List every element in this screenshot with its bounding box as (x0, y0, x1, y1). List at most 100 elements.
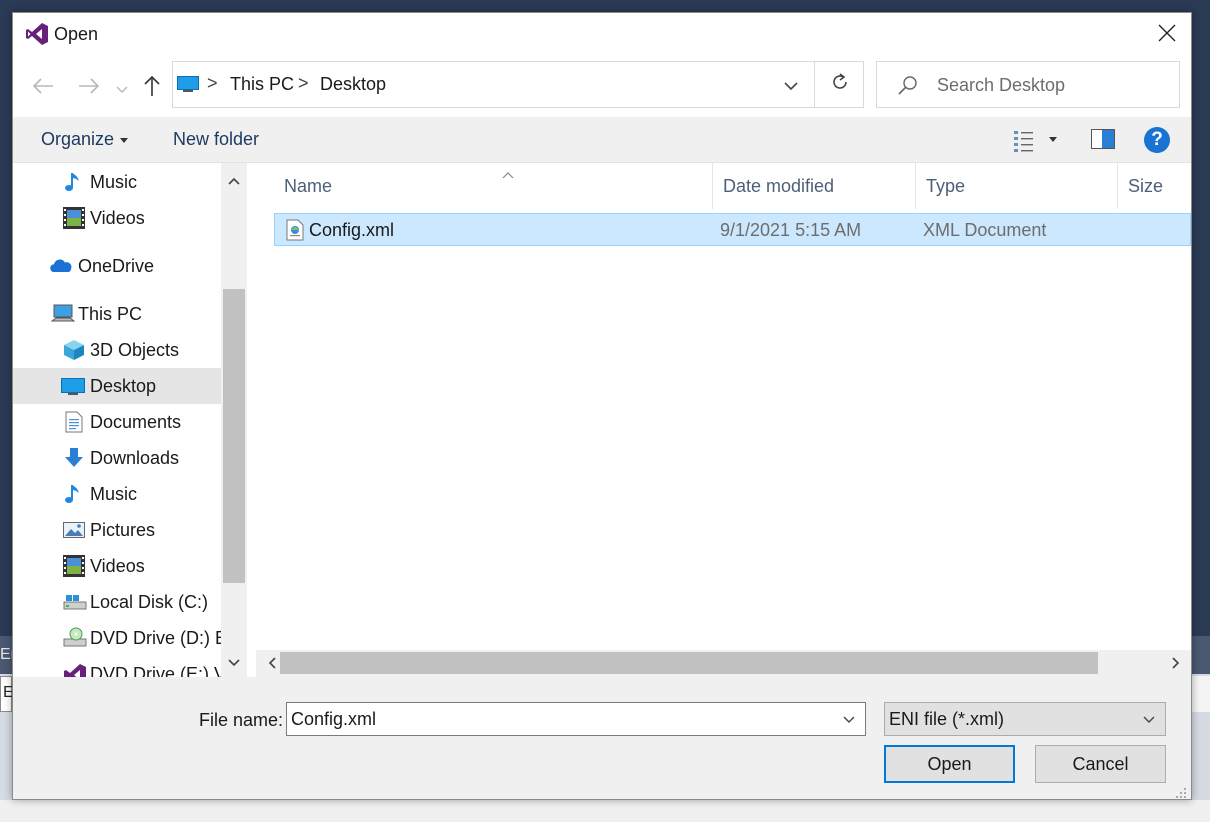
chevron-left-icon (268, 653, 276, 674)
file-list-horizontal-scrollbar[interactable] (256, 650, 1191, 677)
file-type-value: ENI file (*.xml) (889, 709, 1005, 729)
nav-item-label: DVD Drive (D:) E: (90, 628, 233, 648)
visual-studio-icon (25, 22, 49, 46)
scroll-left-button[interactable] (262, 653, 282, 673)
recent-locations-button[interactable] (113, 73, 131, 103)
command-bar: Organize New folder ? (13, 117, 1191, 163)
scroll-up-button[interactable] (221, 169, 247, 189)
column-header-label: Type (926, 176, 966, 196)
details-view-icon[interactable] (1012, 127, 1042, 153)
navigation-pane: Music Videos OneDrive This PC 3D Objects (13, 163, 247, 677)
nav-item-3d-objects[interactable]: 3D Objects (13, 332, 221, 368)
nav-item-label: Documents (90, 412, 182, 432)
resize-grip-icon[interactable] (1173, 783, 1187, 798)
music-icon (63, 483, 85, 505)
scrollbar-thumb[interactable] (223, 289, 245, 583)
file-name-cell: Config.xml (309, 220, 395, 240)
nav-item-label: 3D Objects (90, 340, 180, 360)
nav-item-pictures[interactable]: Pictures (13, 512, 221, 548)
file-type-cell: XML Document (923, 220, 1047, 240)
up-button[interactable] (137, 73, 167, 103)
view-options-caret-icon[interactable] (1049, 137, 1057, 142)
nav-item-label: OneDrive (78, 256, 155, 276)
close-button[interactable] (1143, 13, 1191, 57)
column-header-type[interactable]: Type (916, 163, 1118, 209)
refresh-button[interactable] (814, 62, 864, 107)
dvd-drive-icon (63, 627, 87, 649)
nav-item-dvd-drive-d[interactable]: DVD Drive (D:) E: (13, 620, 232, 656)
nav-item-videos[interactable]: Videos (13, 200, 221, 236)
dialog-footer: File name: Config.xml ENI file (*.xml) O… (13, 677, 1191, 799)
column-header-label: Date modified (723, 176, 835, 196)
new-folder-button[interactable]: New folder (173, 129, 259, 150)
nav-item-downloads[interactable]: Downloads (13, 440, 221, 476)
address-history-button[interactable] (776, 70, 806, 100)
close-icon (1158, 24, 1176, 47)
file-name-label: File name: (199, 710, 284, 730)
nav-item-label: Music (90, 484, 138, 504)
chevron-down-icon (228, 651, 240, 672)
file-type-select[interactable]: ENI file (*.xml) (884, 702, 1166, 736)
breadcrumb-desktop[interactable]: Desktop (320, 74, 386, 95)
forward-button[interactable] (73, 73, 105, 103)
nav-item-label: DVD Drive (E:) VS (90, 664, 239, 677)
scroll-right-button[interactable] (1166, 653, 1186, 673)
file-name-value: Config.xml (291, 709, 377, 729)
nav-item-onedrive[interactable]: OneDrive (13, 248, 221, 284)
help-button[interactable]: ? (1144, 127, 1170, 153)
cancel-button[interactable]: Cancel (1035, 745, 1166, 783)
address-bar[interactable]: > This PC > Desktop (172, 61, 864, 108)
file-date-cell: 9/1/2021 5:15 AM (720, 220, 862, 240)
nav-item-local-disk[interactable]: Local Disk (C:) (13, 584, 221, 620)
breadcrumb-separator: > (207, 73, 218, 93)
breadcrumb-separator: > (298, 73, 309, 93)
background-app-bottom (0, 800, 1210, 822)
nav-item-label: This PC (78, 304, 143, 324)
chevron-down-icon (116, 78, 128, 99)
nav-item-dvd-drive-e[interactable]: DVD Drive (E:) VS (13, 656, 238, 677)
search-placeholder: Search Desktop (937, 75, 1066, 95)
file-row-config-xml[interactable]: Config.xml 9/1/2021 5:15 AM XML Document (274, 213, 1191, 246)
organize-button[interactable]: Organize (41, 129, 129, 150)
downloads-icon (63, 447, 85, 469)
search-box[interactable]: Search Desktop (876, 61, 1180, 108)
refresh-icon (830, 72, 850, 97)
breadcrumb-this-pc[interactable]: This PC (230, 74, 294, 95)
chevron-up-icon (228, 169, 240, 190)
arrow-up-icon (143, 75, 161, 102)
dvd-drive-vs-icon (63, 663, 86, 677)
chevron-down-icon[interactable] (839, 711, 859, 729)
local-disk-icon (63, 591, 87, 613)
background-app-top (0, 0, 1210, 12)
nav-item-videos-2[interactable]: Videos (13, 548, 221, 584)
column-header-label: Name (284, 176, 333, 196)
scroll-down-button[interactable] (221, 651, 247, 671)
open-button[interactable]: Open (884, 745, 1015, 783)
pictures-icon (63, 519, 85, 541)
xml-file-icon (285, 219, 305, 241)
nav-item-music-2[interactable]: Music (13, 476, 221, 512)
desktop-icon (61, 375, 85, 397)
scrollbar-thumb[interactable] (280, 652, 1098, 674)
music-icon (63, 171, 85, 193)
file-list: Name Date modified Type Size Config.xml … (256, 163, 1191, 677)
nav-item-documents[interactable]: Documents (13, 404, 221, 440)
documents-icon (63, 411, 85, 433)
nav-item-this-pc[interactable]: This PC (13, 296, 221, 332)
column-header-date-modified[interactable]: Date modified (713, 163, 916, 209)
open-file-dialog: Open > This PC > Desktop Search Desktop … (12, 12, 1192, 800)
arrow-right-icon (78, 77, 100, 100)
back-button[interactable] (27, 73, 59, 103)
column-header-size[interactable]: Size (1118, 163, 1191, 209)
title-bar: Open (13, 13, 1191, 57)
preview-pane-icon[interactable] (1091, 129, 1115, 149)
background-app-right-strip (1192, 636, 1210, 674)
background-app-right-input (1192, 676, 1210, 712)
file-name-field[interactable]: Config.xml (286, 702, 866, 736)
nav-pane-scrollbar[interactable] (221, 163, 247, 677)
column-header-name[interactable]: Name (274, 163, 713, 209)
nav-item-label: Desktop (90, 376, 157, 396)
nav-item-music[interactable]: Music (13, 164, 221, 200)
nav-item-label: Videos (90, 208, 145, 228)
nav-item-desktop[interactable]: Desktop (13, 368, 221, 404)
